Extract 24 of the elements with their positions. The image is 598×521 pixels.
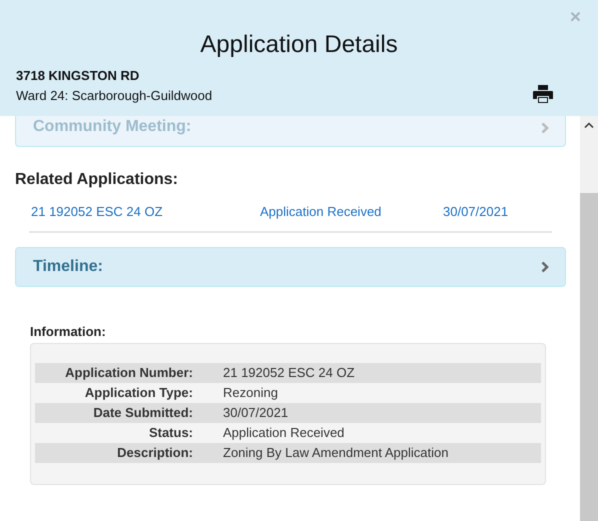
field-label: Status: bbox=[148, 424, 193, 442]
dialog-title: Application Details bbox=[199, 31, 399, 59]
field-label: Description: bbox=[116, 444, 193, 462]
accordion-panel[interactable]: Timeline: bbox=[15, 247, 566, 287]
field-value: Zoning By Law Amendment Application bbox=[223, 444, 448, 462]
application-link[interactable]: 21 192052 ESC 24 OZ bbox=[31, 204, 260, 219]
chevron-icon bbox=[541, 122, 549, 134]
field-label: Application Number: bbox=[64, 364, 193, 382]
application-link[interactable]: Application Received bbox=[260, 204, 443, 219]
section-heading: Related Applications: bbox=[15, 170, 179, 190]
field-value: 30/07/2021 bbox=[223, 404, 288, 422]
application-link[interactable]: 30/07/2021 bbox=[443, 204, 508, 219]
scrollbar[interactable] bbox=[580, 116, 598, 521]
field-label: Application Type: bbox=[84, 384, 193, 402]
scroll-up-icon[interactable] bbox=[584, 122, 594, 128]
print-icon[interactable] bbox=[533, 85, 553, 103]
chevron-icon bbox=[541, 261, 549, 273]
ward-text: Ward 24: Scarborough-Guildwood bbox=[16, 87, 212, 105]
address-text: 3718 KINGSTON RD bbox=[16, 67, 140, 85]
field-value: Rezoning bbox=[223, 384, 278, 402]
field-value: 21 192052 ESC 24 OZ bbox=[223, 364, 355, 382]
field-value: Application Received bbox=[223, 424, 344, 442]
section-heading: Information: bbox=[30, 324, 107, 339]
field-label: Date Submitted: bbox=[92, 404, 193, 422]
